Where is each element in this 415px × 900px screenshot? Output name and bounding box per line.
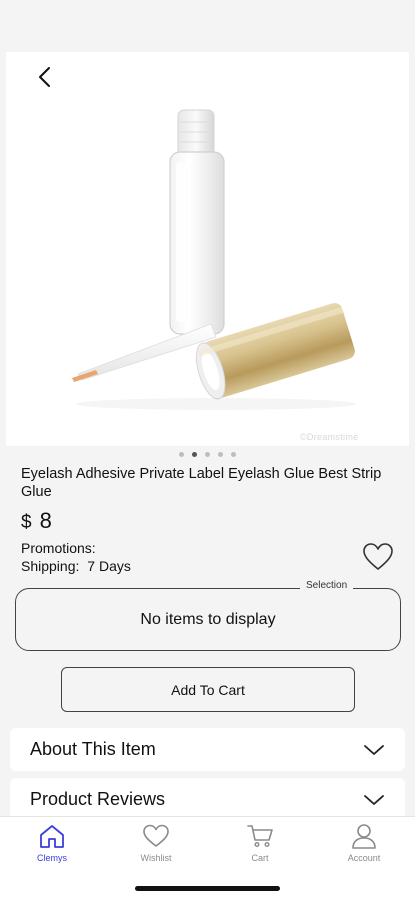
promotions-label: Promotions: xyxy=(21,540,96,556)
nav-label: Account xyxy=(347,853,381,863)
section-product-reviews[interactable]: Product Reviews xyxy=(10,778,405,821)
selection-empty-text: No items to display xyxy=(140,610,276,628)
nav-label: Clemys xyxy=(36,853,67,863)
shipping-row: Shipping: 7 Days xyxy=(21,558,131,574)
nav-item-account[interactable]: Account xyxy=(324,823,404,863)
selection-legend: Selection xyxy=(300,580,354,591)
section-about-this-item[interactable]: About This Item xyxy=(10,728,405,771)
price-currency: $ xyxy=(21,512,32,533)
pager-dot[interactable] xyxy=(231,452,236,457)
chevron-left-icon xyxy=(39,67,50,87)
heart-icon xyxy=(363,543,393,570)
chevron-down-icon xyxy=(364,744,384,755)
add-to-cart-button[interactable]: Add To Cart xyxy=(61,667,355,712)
pager-dot[interactable] xyxy=(205,452,210,457)
nav-item-home[interactable]: Clemys xyxy=(12,823,92,863)
nav-label: Cart xyxy=(251,853,269,863)
image-pager[interactable] xyxy=(0,452,415,457)
home-indicator[interactable] xyxy=(135,886,280,891)
eyelash-glue-bottle-illustration xyxy=(72,109,356,410)
product-title: Eyelash Adhesive Private Label Eyelash G… xyxy=(21,466,382,500)
product-price: $ 8 xyxy=(21,508,52,534)
shipping-label: Shipping: xyxy=(21,558,80,574)
image-watermark: ©Dreamstime xyxy=(300,432,359,442)
nav-label: Wishlist xyxy=(140,853,172,863)
back-button[interactable] xyxy=(30,62,60,92)
nav-item-wishlist[interactable]: Wishlist xyxy=(116,823,196,863)
price-value: 8 xyxy=(39,508,52,533)
product-image xyxy=(6,52,409,446)
heart-icon xyxy=(143,824,169,847)
shipping-value: 7 Days xyxy=(87,558,131,574)
section-label: Product Reviews xyxy=(30,789,166,809)
nav-item-cart[interactable]: Cart xyxy=(220,823,300,863)
pager-dot[interactable] xyxy=(179,452,184,457)
cart-icon xyxy=(247,825,273,848)
section-label: About This Item xyxy=(30,739,156,759)
user-icon xyxy=(352,824,376,849)
promotions-row: Promotions: xyxy=(21,540,96,556)
selection-box: No items to display xyxy=(15,588,401,651)
chevron-down-icon xyxy=(364,794,384,805)
pager-dot-active[interactable] xyxy=(192,452,197,457)
pager-dot[interactable] xyxy=(218,452,223,457)
home-icon xyxy=(40,825,64,848)
wishlist-toggle-button[interactable] xyxy=(362,542,394,572)
